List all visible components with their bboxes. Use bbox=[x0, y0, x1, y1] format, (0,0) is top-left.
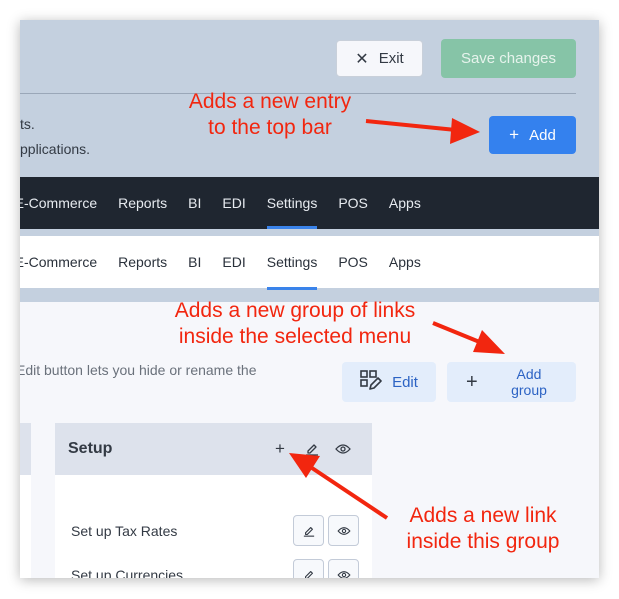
edit-link-button[interactable] bbox=[293, 559, 324, 578]
nav-label: EDI bbox=[222, 195, 246, 211]
nav-item-reports[interactable]: Reports bbox=[118, 236, 167, 288]
plus-icon: + bbox=[466, 370, 478, 393]
link-label: Set up Tax Rates bbox=[71, 523, 178, 539]
annotation-line: inside the selected menu bbox=[178, 325, 412, 348]
edit-menu-button[interactable]: Edit bbox=[342, 362, 436, 402]
add-entry-button[interactable]: + Add bbox=[489, 116, 576, 154]
nav-label: POS bbox=[338, 254, 368, 270]
add-group-label: Add group bbox=[511, 366, 547, 398]
nav-item-bi[interactable]: BI bbox=[188, 177, 201, 229]
exit-button[interactable]: ✕ Exit bbox=[336, 40, 423, 77]
nav-item-e-commerce[interactable]: E-Commerce bbox=[20, 236, 97, 288]
nav-item-reports[interactable]: Reports bbox=[118, 177, 167, 229]
nav-label: EDI bbox=[222, 254, 246, 270]
nav-item-apps[interactable]: Apps bbox=[389, 177, 421, 229]
nav-item-settings[interactable]: Settings bbox=[266, 177, 318, 229]
add-label: Add bbox=[529, 126, 556, 144]
group-card-setup: Setup + Set up Tax Rates Set up Currenci… bbox=[55, 423, 372, 578]
nav-label: BI bbox=[188, 195, 202, 211]
add-group-button[interactable]: + Add group bbox=[447, 362, 576, 402]
nav-label: -Commerce bbox=[24, 254, 98, 270]
top-nav-light-preview: E-Commerce Reports BI EDI Settings POS A… bbox=[20, 236, 599, 290]
nav-label: Settings bbox=[266, 254, 318, 270]
annotation-top-bar: Adds a new entry to the top bar bbox=[170, 89, 370, 141]
save-changes-button[interactable]: Save changes bbox=[441, 39, 576, 78]
top-nav-dark: E-Commerce Reports BI EDI Settings POS A… bbox=[20, 177, 599, 229]
plus-icon[interactable]: + bbox=[271, 439, 289, 458]
exit-label: Exit bbox=[378, 50, 404, 67]
close-icon: ✕ bbox=[355, 50, 369, 68]
previous-group-body bbox=[20, 475, 31, 578]
nav-item-bi[interactable]: BI bbox=[188, 236, 201, 288]
link-row: Set up Tax Rates bbox=[55, 515, 372, 547]
annotation-line: inside this group bbox=[406, 530, 560, 553]
annotation-line: to the top bar bbox=[208, 116, 332, 139]
save-label: Save changes bbox=[460, 50, 557, 67]
description-line-2: pplications. bbox=[20, 141, 91, 157]
nav-label: -Commerce bbox=[24, 195, 98, 211]
nav-item-apps[interactable]: Apps bbox=[389, 236, 421, 288]
toggle-visibility-button[interactable] bbox=[328, 515, 359, 546]
annotation-line: Adds a new link bbox=[409, 504, 557, 527]
edit-link-button[interactable] bbox=[293, 515, 324, 546]
nav-label: POS bbox=[338, 195, 368, 211]
nav-item-e-commerce[interactable]: E-Commerce bbox=[20, 177, 97, 229]
link-row: Set up Currencies bbox=[55, 559, 372, 578]
group-header: Setup + bbox=[55, 423, 372, 475]
plus-icon: + bbox=[509, 125, 520, 144]
toggle-visibility-button[interactable] bbox=[328, 559, 359, 578]
nav-label: Reports bbox=[118, 195, 168, 211]
annotation-group: Adds a new group of links inside the sel… bbox=[140, 298, 450, 350]
nav-item-settings[interactable]: Settings bbox=[266, 236, 318, 290]
eye-icon[interactable] bbox=[334, 440, 352, 458]
previous-group-header bbox=[20, 423, 31, 475]
nav-item-edi[interactable]: EDI bbox=[222, 236, 245, 288]
nav-label: Settings bbox=[266, 195, 318, 211]
edit-layout-icon bbox=[360, 370, 382, 394]
top-bar-editor: ✕ Exit Save changes ts. pplications. + A… bbox=[20, 20, 599, 302]
nav-item-pos[interactable]: POS bbox=[338, 236, 368, 288]
pencil-icon[interactable] bbox=[303, 440, 321, 458]
nav-label: Reports bbox=[118, 254, 168, 270]
annotation-link: Adds a new link inside this group bbox=[388, 503, 578, 555]
nav-label: Apps bbox=[388, 195, 421, 211]
nav-item-pos[interactable]: POS bbox=[338, 177, 368, 229]
link-label: Set up Currencies bbox=[71, 567, 184, 578]
nav-label: BI bbox=[188, 254, 202, 270]
group-title: Setup bbox=[68, 440, 113, 457]
edit-label: Edit bbox=[392, 373, 418, 391]
menu-help-text: Edit button lets you hide or rename the bbox=[20, 362, 257, 378]
description-line-1: ts. bbox=[20, 116, 35, 132]
nav-label: Apps bbox=[388, 254, 421, 270]
annotation-line: Adds a new entry bbox=[188, 90, 352, 113]
nav-item-edi[interactable]: EDI bbox=[222, 177, 245, 229]
annotation-line: Adds a new group of links bbox=[174, 299, 416, 322]
